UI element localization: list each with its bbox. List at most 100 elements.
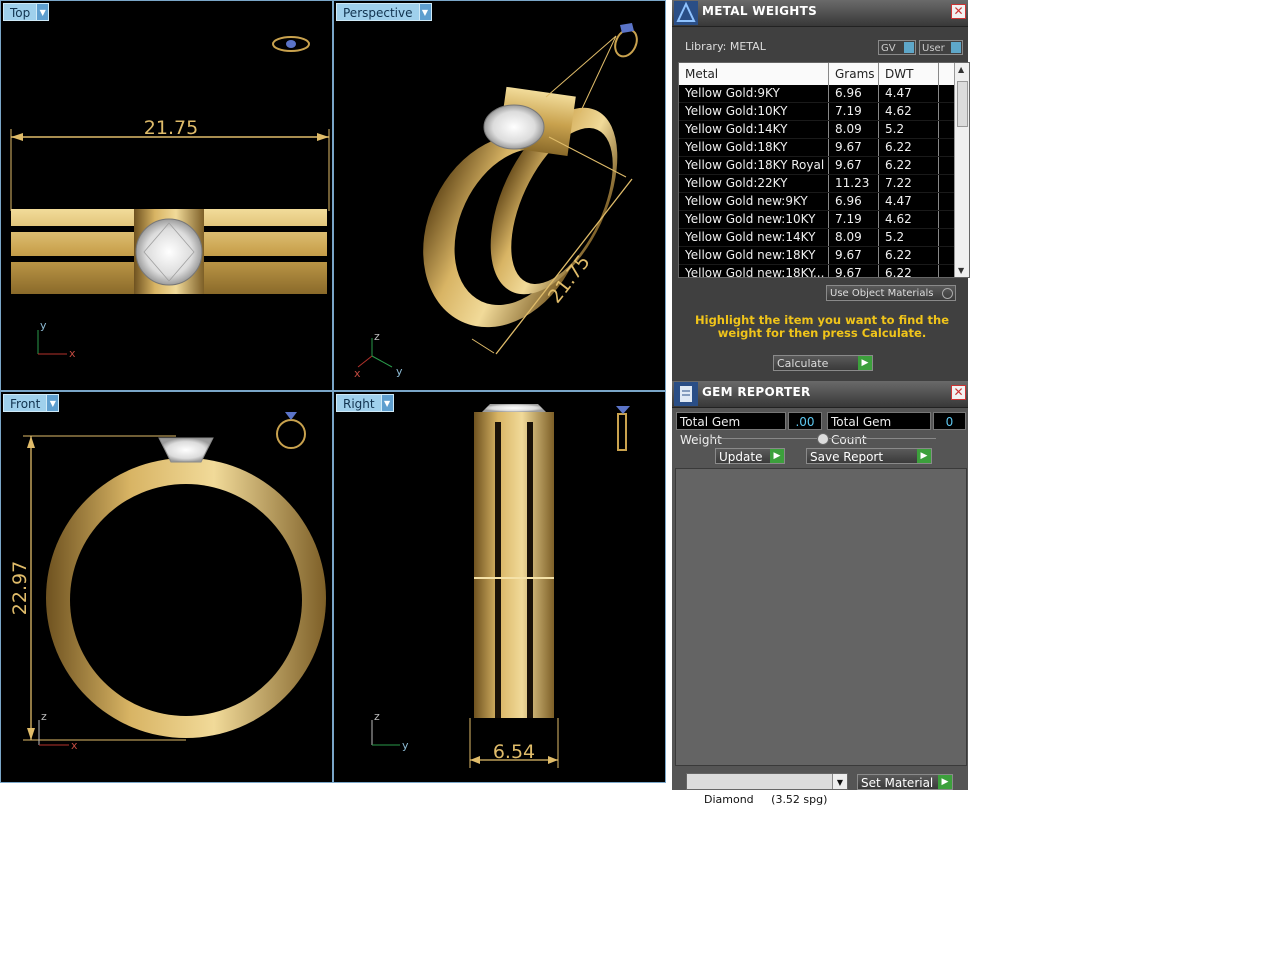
grams-cell: 8.09 <box>829 229 879 246</box>
save-report-label: Save Report <box>810 450 884 464</box>
axis-y-label: y <box>402 739 409 752</box>
dwt-cell: 6.22 <box>879 247 939 264</box>
table-row[interactable]: Yellow Gold:9KY 6.96 4.47 <box>679 85 969 103</box>
viewport-top[interactable]: y x 21.75 Top ▼ <box>0 0 333 391</box>
use-object-materials-toggle[interactable]: Use Object Materials <box>826 285 956 301</box>
column-metal[interactable]: Metal <box>679 63 829 85</box>
toggle-indicator-icon <box>951 42 961 53</box>
axis-z-label: z <box>41 710 47 723</box>
update-button[interactable]: Update ▶ <box>715 448 785 464</box>
close-icon[interactable]: ✕ <box>951 4 966 19</box>
table-row[interactable]: Yellow Gold new:14KY 8.09 5.2 <box>679 229 969 247</box>
grams-cell: 9.67 <box>829 247 879 264</box>
library-label: Library: METAL <box>685 40 766 53</box>
scroll-up-icon[interactable]: ▲ <box>958 65 964 74</box>
gv-toggle[interactable]: GV <box>878 40 916 55</box>
viewport-front-canvas: z x 22.97 <box>9 412 326 752</box>
gem-reporter-title: GEM REPORTER <box>702 385 811 399</box>
chevron-down-icon[interactable]: ▼ <box>832 774 847 789</box>
table-row[interactable]: Yellow Gold:10KY 7.19 4.62 <box>679 103 969 121</box>
axis-x-label: x <box>69 347 76 360</box>
chevron-down-icon[interactable]: ▼ <box>381 394 394 412</box>
play-icon: ▶ <box>938 775 952 789</box>
gem-report-area[interactable] <box>675 468 967 766</box>
scroll-thumb[interactable] <box>957 81 968 127</box>
total-gem-weight-label: Total Gem Weight <box>676 412 786 447</box>
column-grams[interactable]: Grams <box>829 63 879 85</box>
close-icon[interactable]: ✕ <box>951 385 966 400</box>
column-dwt[interactable]: DWT <box>879 63 939 85</box>
metal-weights-title: METAL WEIGHTS <box>702 4 818 18</box>
viewport-right-tab[interactable]: Right ▼ <box>336 394 394 412</box>
radio-icon <box>942 288 953 299</box>
table-row[interactable]: Yellow Gold:22KY 11.23 7.22 <box>679 175 969 193</box>
grams-cell: 6.96 <box>829 193 879 210</box>
viewport-front-label: Front <box>3 394 48 412</box>
metal-table-header: Metal Grams DWT <box>679 63 969 85</box>
axis-z-label: z <box>374 330 380 343</box>
gem-reporter-panel: GEM REPORTER ✕ Total Gem Weight .00 Tota… <box>672 381 968 806</box>
metal-cell: Yellow Gold:18KY <box>679 139 829 156</box>
viewport-front[interactable]: z x 22.97 Front ▼ <box>0 391 333 783</box>
axis-x-label: x <box>354 367 361 380</box>
chevron-down-icon[interactable]: ▼ <box>47 394 60 412</box>
play-icon: ▶ <box>858 356 872 370</box>
viewport-top-canvas: y x 21.75 <box>10 36 330 360</box>
table-row[interactable]: Yellow Gold new:9KY 6.96 4.47 <box>679 193 969 211</box>
viewport-perspective-tab[interactable]: Perspective ▼ <box>336 3 432 21</box>
metal-cell: Yellow Gold:9KY <box>679 85 829 102</box>
calculate-label: Calculate <box>777 357 829 370</box>
gem-summary-row: Total Gem Weight .00 Total Gem Count 0 <box>676 412 968 447</box>
front-dimension-label: 22.97 <box>9 561 31 615</box>
table-row[interactable]: Yellow Gold:14KY 8.09 5.2 <box>679 121 969 139</box>
dwt-cell: 6.22 <box>879 265 939 277</box>
scroll-down-icon[interactable]: ▼ <box>958 266 964 275</box>
axis-y-label: y <box>40 319 47 332</box>
viewport-perspective-label: Perspective <box>336 3 420 21</box>
set-material-button[interactable]: Set Material ▶ <box>857 774 953 790</box>
metal-weights-header: METAL WEIGHTS ✕ <box>672 0 968 27</box>
table-row[interactable]: Yellow Gold new:18KY 9.67 6.22 <box>679 247 969 265</box>
splitter-handle[interactable] <box>710 433 936 445</box>
save-report-button[interactable]: Save Report ▶ <box>806 448 932 464</box>
table-row[interactable]: Yellow Gold new:10KY 7.19 4.62 <box>679 211 969 229</box>
viewport-right-canvas: z y 6.54 <box>371 404 630 768</box>
viewport-perspective[interactable]: z x y 21.75 Perspective ▼ <box>333 0 666 391</box>
metal-cell: Yellow Gold new:9KY <box>679 193 829 210</box>
grams-cell: 11.23 <box>829 175 879 192</box>
viewport-front-tab[interactable]: Front ▼ <box>3 394 60 412</box>
play-icon: ▶ <box>770 449 784 463</box>
table-row[interactable]: Yellow Gold:18KY Royal 9.67 6.22 <box>679 157 969 175</box>
table-scrollbar[interactable]: ▲ ▼ <box>954 63 969 277</box>
axis-x-label: x <box>71 739 78 752</box>
table-row[interactable]: Yellow Gold:18KY 9.67 6.22 <box>679 139 969 157</box>
dwt-cell: 4.47 <box>879 193 939 210</box>
total-gem-count-value: 0 <box>933 412 966 430</box>
metal-cell: Yellow Gold:10KY <box>679 103 829 120</box>
grams-cell: 7.19 <box>829 211 879 228</box>
chevron-down-icon[interactable]: ▼ <box>37 3 50 21</box>
calculate-button[interactable]: Calculate ▶ <box>773 355 873 371</box>
metal-cell: Yellow Gold:22KY <box>679 175 829 192</box>
metal-table[interactable]: Metal Grams DWT Yellow Gold:9KY 6.96 4.47 Y… <box>678 62 970 278</box>
metal-cell: Yellow Gold new:10KY <box>679 211 829 228</box>
splitter-knob[interactable] <box>817 433 829 445</box>
report-icon <box>674 382 698 406</box>
viewport-right[interactable]: z y 6.54 Right ▼ <box>333 391 666 783</box>
grams-cell: 8.09 <box>829 121 879 138</box>
grams-cell: 7.19 <box>829 103 879 120</box>
metal-weights-panel: METAL WEIGHTS ✕ Library: METAL GV User M… <box>672 0 970 381</box>
dwt-cell: 4.62 <box>879 211 939 228</box>
dwt-cell: 4.47 <box>879 85 939 102</box>
metal-cell: Yellow Gold new:18KY <box>679 247 829 264</box>
viewport-top-tab[interactable]: Top ▼ <box>3 3 50 21</box>
user-label: User <box>922 43 945 54</box>
viewport-right-label: Right <box>336 394 382 412</box>
grams-cell: 9.67 <box>829 139 879 156</box>
dwt-cell: 5.2 <box>879 121 939 138</box>
chevron-down-icon[interactable]: ▼ <box>419 3 432 21</box>
user-toggle[interactable]: User <box>919 40 963 55</box>
dwt-cell: 5.2 <box>879 229 939 246</box>
table-row[interactable]: Yellow Gold new:18KY... 9.67 6.22 <box>679 265 969 277</box>
material-select[interactable]: Diamond (3.52 spg) ▼ <box>686 773 848 806</box>
